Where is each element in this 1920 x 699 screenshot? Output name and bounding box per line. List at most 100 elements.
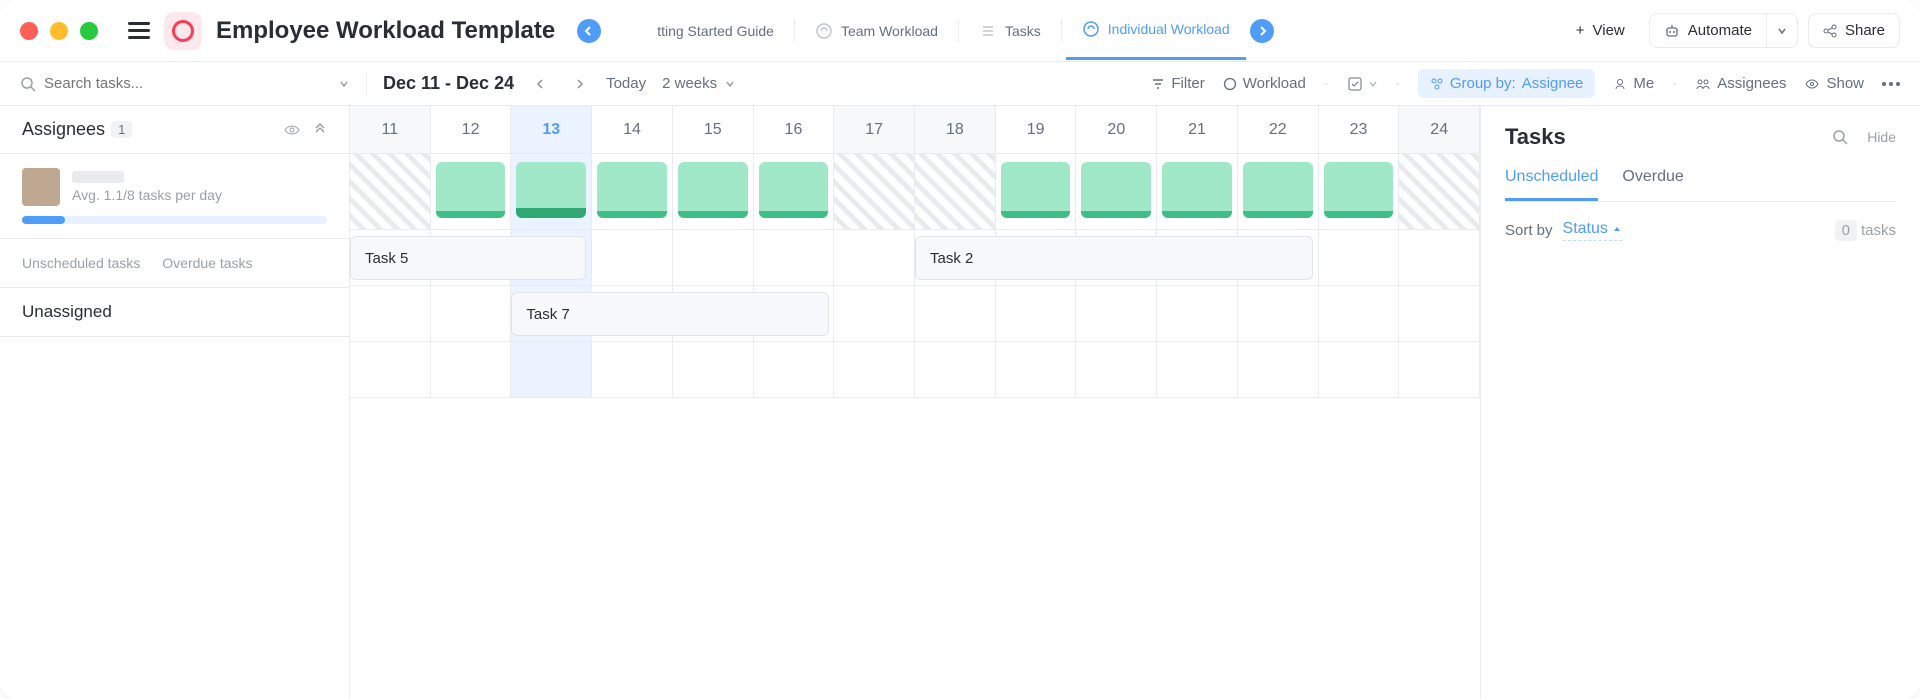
tasks-panel: Tasks Hide Unscheduled Overdue Sort by S… [1480, 106, 1920, 699]
grid-cell [1399, 230, 1480, 285]
grid-cell [431, 342, 512, 397]
workload-block[interactable] [1243, 162, 1313, 218]
day-column[interactable]: 23 [1319, 106, 1400, 153]
app-logo[interactable] [164, 12, 202, 50]
minimize-window-icon[interactable] [50, 22, 68, 40]
unscheduled-link[interactable]: Unscheduled tasks [22, 255, 140, 271]
search-icon[interactable] [1831, 128, 1849, 146]
tab-unscheduled[interactable]: Unscheduled [1505, 168, 1598, 201]
tab-team-workload[interactable]: Team Workload [799, 14, 954, 48]
day-column[interactable]: 11 [350, 106, 431, 153]
day-column[interactable]: 15 [673, 106, 754, 153]
hide-button[interactable]: Hide [1867, 129, 1896, 145]
grid-cell [834, 230, 915, 285]
grid-cell [834, 286, 915, 341]
day-column[interactable]: 16 [754, 106, 835, 153]
timespan-select[interactable]: 2 weeks [662, 75, 735, 92]
workload-icon [1223, 77, 1237, 91]
day-column[interactable]: 21 [1157, 106, 1238, 153]
search-input[interactable] [44, 75, 330, 92]
workload-button[interactable]: Workload [1223, 75, 1306, 92]
task-count: 0tasks [1835, 222, 1896, 239]
list-icon [979, 22, 997, 40]
workload-cell [673, 154, 754, 229]
doc-icon [631, 22, 649, 40]
workload-block[interactable] [759, 162, 829, 218]
day-column[interactable]: 14 [592, 106, 673, 153]
filter-button[interactable]: Filter [1151, 75, 1204, 92]
workload-cell [915, 154, 996, 229]
day-column[interactable]: 17 [834, 106, 915, 153]
me-toggle[interactable]: Me [1613, 75, 1654, 92]
search-box[interactable] [20, 75, 350, 92]
next-period-button[interactable] [568, 73, 590, 95]
workload-cell [511, 154, 592, 229]
tab-individual-workload[interactable]: Individual Workload [1066, 1, 1246, 60]
sort-control: Sort by Status 0tasks [1505, 220, 1896, 241]
workload-block[interactable] [1001, 162, 1071, 218]
more-menu[interactable] [1882, 82, 1900, 86]
workload-cell [1076, 154, 1157, 229]
workload-block[interactable] [516, 162, 586, 218]
dots-icon [1882, 82, 1900, 86]
date-range[interactable]: Dec 11 - Dec 24 [383, 73, 514, 94]
day-column[interactable]: 19 [996, 106, 1077, 153]
prev-period-button[interactable] [530, 73, 552, 95]
search-dropdown[interactable] [338, 78, 350, 90]
tab-getting-started[interactable]: tting Started Guide [615, 14, 790, 48]
task-block[interactable]: Task 2 [915, 236, 1313, 280]
share-label: Share [1845, 22, 1885, 39]
day-column[interactable]: 22 [1238, 106, 1319, 153]
task-block[interactable]: Task 7 [511, 292, 828, 336]
grid-cell [1319, 286, 1400, 341]
tab-scroll-left-icon[interactable] [577, 19, 601, 43]
unassigned-row[interactable]: Unassigned [0, 288, 349, 337]
overdue-link[interactable]: Overdue tasks [162, 255, 252, 271]
view-button[interactable]: + View [1562, 14, 1639, 47]
grid-cell [996, 286, 1077, 341]
show-toggle[interactable]: Show [1804, 75, 1864, 92]
day-column[interactable]: 12 [431, 106, 512, 153]
person-icon [1613, 77, 1627, 91]
workload-cell [834, 154, 915, 229]
checkbox-dropdown[interactable] [1347, 76, 1377, 92]
eye-icon[interactable] [283, 123, 301, 137]
workload-cell [1319, 154, 1400, 229]
tab-overdue[interactable]: Overdue [1622, 168, 1683, 201]
timeline-grid: 1112131415161718192021222324 Task 5 Task … [350, 106, 1480, 699]
grid-cell [1399, 286, 1480, 341]
share-button[interactable]: Share [1808, 13, 1900, 48]
workload-cell [592, 154, 673, 229]
assignees-filter[interactable]: Assignees [1695, 75, 1786, 92]
day-column[interactable]: 24 [1399, 106, 1480, 153]
menu-icon[interactable] [128, 18, 150, 43]
tab-tasks[interactable]: Tasks [963, 14, 1057, 48]
grid-cell [1157, 342, 1238, 397]
workload-block[interactable] [1081, 162, 1151, 218]
automate-dropdown[interactable] [1767, 13, 1798, 48]
maximize-window-icon[interactable] [80, 22, 98, 40]
automate-label: Automate [1688, 22, 1752, 39]
day-column[interactable]: 18 [915, 106, 996, 153]
workload-block[interactable] [1324, 162, 1394, 218]
automate-button[interactable]: Automate [1649, 13, 1767, 48]
collapse-icon[interactable] [313, 123, 327, 137]
assignee-row[interactable]: Avg. 1.1/8 tasks per day [0, 154, 349, 239]
sort-label: Sort by [1505, 222, 1553, 239]
close-window-icon[interactable] [20, 22, 38, 40]
workload-block[interactable] [1162, 162, 1232, 218]
today-button[interactable]: Today [606, 75, 646, 92]
groupby-chip[interactable]: Group by: Assignee [1418, 69, 1596, 98]
day-column[interactable]: 13 [511, 106, 592, 153]
tab-label: Tasks [1005, 23, 1041, 39]
grid-cell [1238, 286, 1319, 341]
task-block[interactable]: Task 5 [350, 236, 586, 280]
grid-cell [1157, 286, 1238, 341]
day-column[interactable]: 20 [1076, 106, 1157, 153]
tab-scroll-right-icon[interactable] [1250, 19, 1274, 43]
view-label: View [1593, 22, 1625, 39]
workload-block[interactable] [678, 162, 748, 218]
workload-block[interactable] [597, 162, 667, 218]
workload-block[interactable] [436, 162, 506, 218]
sort-value[interactable]: Status [1563, 220, 1622, 241]
